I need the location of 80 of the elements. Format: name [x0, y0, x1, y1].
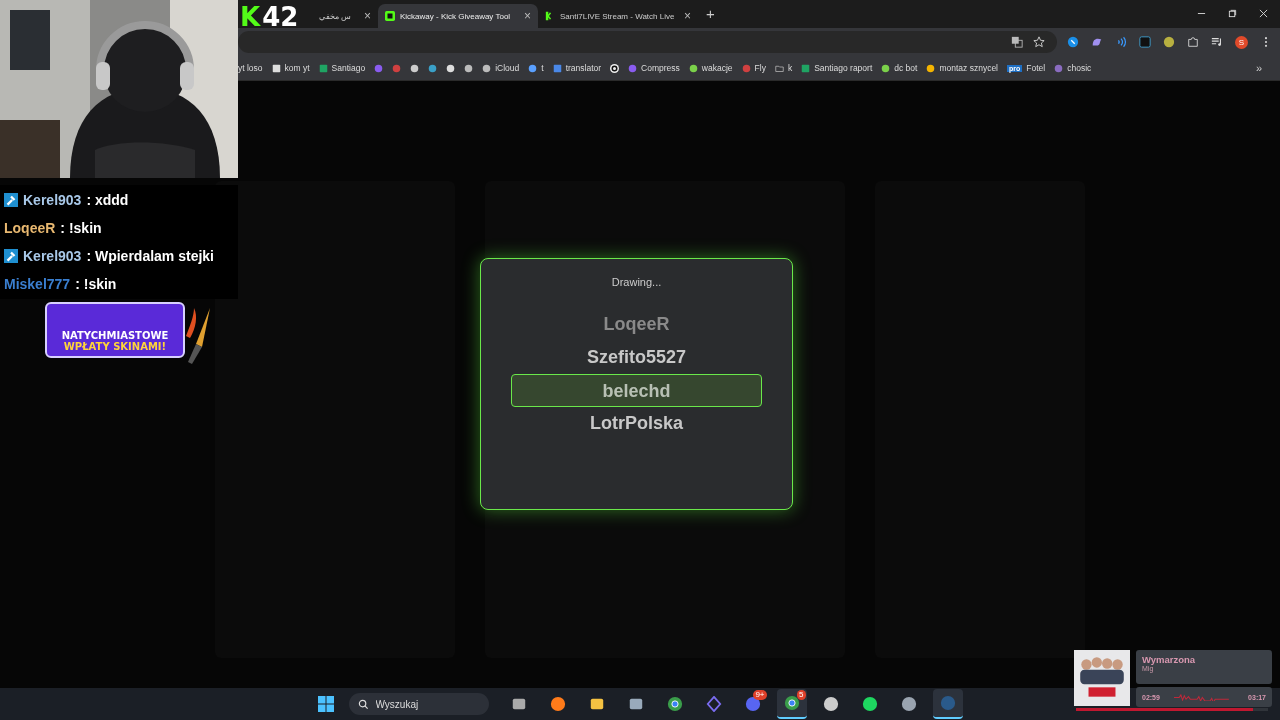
- circle-icon: [428, 63, 438, 73]
- circle-icon: [528, 63, 538, 73]
- sound-waves-icon[interactable]: [1115, 36, 1127, 48]
- bookmark[interactable]: dc bot: [881, 63, 918, 73]
- participant-name: LotrPolska: [589, 412, 684, 435]
- notification-badge: 5: [797, 690, 806, 700]
- chrome-icon: [783, 695, 800, 711]
- browser-tab[interactable]: Santi7LIVE Stream - Watch Live ×: [538, 4, 698, 28]
- circle-icon: [482, 63, 492, 73]
- bookmark[interactable]: Santiago: [318, 63, 366, 73]
- restore-icon[interactable]: [1228, 9, 1237, 18]
- circle-icon: [392, 63, 402, 73]
- bookmark[interactable]: k: [774, 63, 793, 73]
- chat-message: : xddd: [86, 192, 129, 208]
- bookmark[interactable]: Fly: [741, 63, 766, 73]
- search-field[interactable]: Wyszukaj: [348, 693, 489, 715]
- search-icon: [357, 699, 369, 710]
- square-icon: [271, 63, 281, 73]
- circle-icon: [374, 63, 384, 73]
- browser-tab[interactable]: س مخفي ×: [312, 4, 378, 28]
- hammer-badge-icon: [4, 193, 18, 207]
- circle-icon: [464, 63, 474, 73]
- close-icon[interactable]: ×: [364, 9, 371, 23]
- bookmark[interactable]: yt loso: [238, 63, 263, 73]
- hammer-badge-icon: [4, 249, 18, 263]
- bookmark[interactable]: translator: [552, 63, 602, 73]
- ring-icon: [610, 63, 620, 73]
- chat-username: Miskel777: [4, 276, 71, 292]
- chat-message: : !skin: [75, 276, 117, 292]
- bookmark[interactable]: montaz sznycel: [926, 63, 998, 73]
- chat-username: Kerel903: [23, 248, 82, 264]
- star-icon[interactable]: [1033, 36, 1045, 48]
- bookmark[interactable]: Compress: [628, 63, 680, 73]
- circle-icon: [741, 63, 751, 73]
- bookmark[interactable]: chosic: [1054, 63, 1092, 73]
- song-title: Wymarzona: [1142, 654, 1197, 665]
- app-icon: [385, 11, 395, 21]
- start-icon[interactable]: [317, 696, 334, 712]
- media-icon[interactable]: [1211, 36, 1223, 48]
- chat-username: LoqeeR: [4, 220, 56, 236]
- more-bookmarks-icon[interactable]: »: [1255, 62, 1262, 74]
- circle-icon: [688, 63, 698, 73]
- profile-avatar[interactable]: S: [1235, 35, 1248, 49]
- bookmark[interactable]: Santiago raport: [801, 63, 873, 73]
- circle-icon: [410, 63, 420, 73]
- taskbar-button[interactable]: 9+: [737, 689, 768, 719]
- chat-message: : Wpierdalam stejki: [86, 248, 214, 264]
- bookmark[interactable]: [610, 63, 620, 73]
- square-icon: [318, 63, 328, 73]
- circle-icon: [446, 63, 456, 73]
- circle-icon: [881, 63, 891, 73]
- puzzle-icon[interactable]: [1187, 36, 1199, 48]
- close-icon[interactable]: [1259, 9, 1268, 18]
- square-icon: [552, 63, 562, 73]
- participant-name: Szefito5527: [585, 346, 687, 369]
- circle-icon: [1054, 63, 1064, 73]
- close-icon[interactable]: ×: [684, 9, 691, 23]
- bookmark[interactable]: kom yt: [271, 63, 310, 73]
- circle-icon: [628, 63, 638, 73]
- dialog-title: Drawing...: [611, 276, 662, 288]
- extension-icon[interactable]: [1163, 36, 1175, 48]
- chat-message: : !skin: [60, 220, 102, 236]
- close-icon[interactable]: ×: [524, 9, 531, 23]
- channel-logo: K42: [240, 2, 299, 32]
- square-icon: [801, 63, 811, 73]
- participant-name: belechd: [511, 374, 762, 407]
- circle-icon: [926, 63, 936, 73]
- taskbar-button[interactable]: 5: [776, 689, 807, 719]
- extension-icon[interactable]: [1139, 36, 1151, 48]
- bookmark[interactable]: t: [528, 63, 544, 73]
- bookmark[interactable]: wakacje: [688, 63, 733, 73]
- browser-tab[interactable]: Kickaway - Kick Giveaway Tool ×: [378, 4, 538, 28]
- participant-name: LoqeeR: [602, 313, 671, 336]
- translate-icon[interactable]: [1011, 36, 1023, 48]
- notification-badge: 9+: [753, 690, 767, 700]
- folder-icon: [774, 63, 784, 73]
- chat-username: Kerel903: [23, 192, 82, 208]
- new-tab-icon[interactable]: +: [706, 5, 715, 22]
- bookmark[interactable]: iCloud: [482, 63, 520, 73]
- ad-banner: NATYCHMIASTOWE WPŁATY SKINAMI!: [45, 302, 185, 358]
